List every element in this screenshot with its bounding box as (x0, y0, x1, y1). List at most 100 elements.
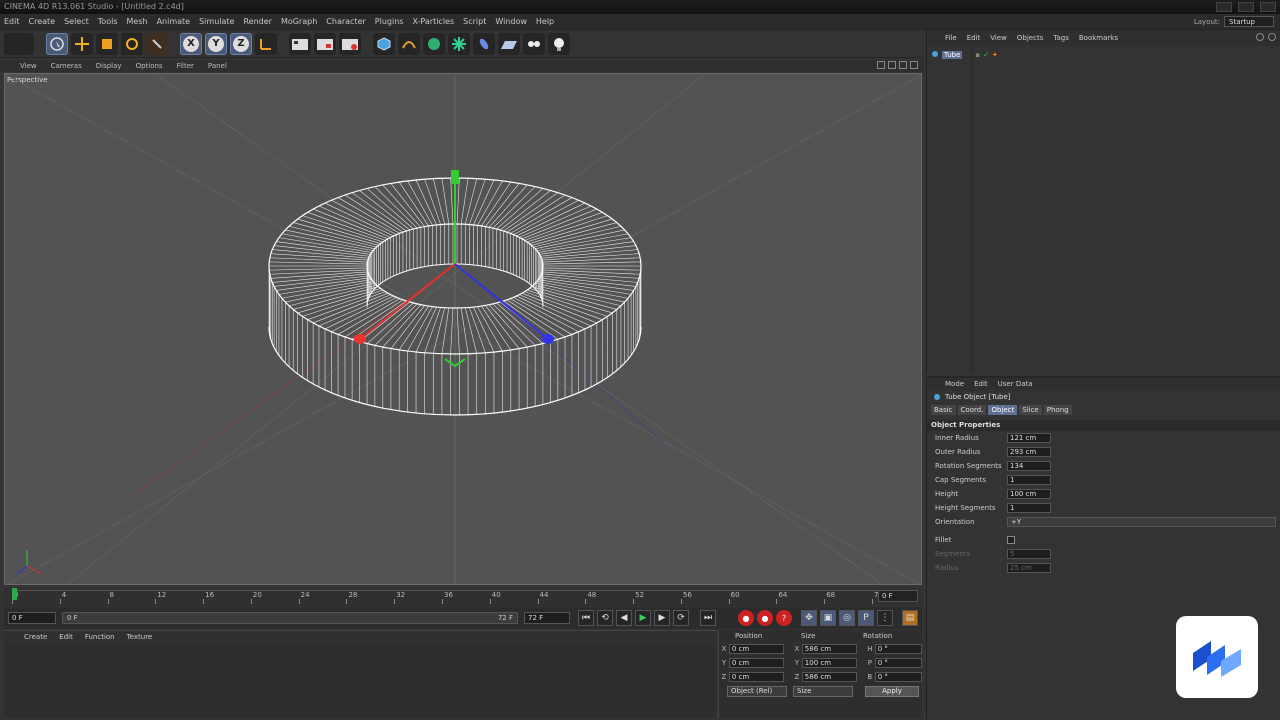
rotation-p-field[interactable]: 0 ° (874, 658, 922, 668)
timeline-current-frame[interactable]: 0 F (878, 590, 918, 602)
viewport-menu-panel[interactable]: Panel (208, 62, 227, 70)
array-icon[interactable] (448, 32, 470, 55)
current-frame-marker[interactable] (12, 588, 17, 600)
size-y-field[interactable]: 100 cm (801, 658, 857, 668)
am-menu-edit[interactable]: Edit (974, 380, 988, 388)
deformer-icon[interactable] (473, 32, 495, 55)
size-mode-dropdown[interactable]: Size (793, 686, 853, 697)
tab-slice[interactable]: Slice (1019, 405, 1042, 415)
go-to-start-icon[interactable]: ⏮ (578, 610, 594, 626)
outer-radius-field[interactable]: 293 cm (1007, 447, 1051, 457)
material-menu-create[interactable]: Create (24, 633, 47, 641)
position-key-icon[interactable]: ✥ (801, 610, 817, 626)
previous-key-icon[interactable]: ⟲ (597, 610, 613, 626)
search-icon[interactable] (1256, 33, 1264, 41)
rotate-icon[interactable] (121, 32, 143, 55)
floor-icon[interactable] (498, 32, 520, 55)
height-field[interactable]: 100 cm (1007, 489, 1051, 499)
om-menu-file[interactable]: File (945, 34, 957, 42)
close-button[interactable] (1260, 2, 1276, 12)
material-menu-function[interactable]: Function (85, 633, 115, 641)
apply-button[interactable]: Apply (865, 686, 919, 697)
menu-script[interactable]: Script (463, 17, 486, 26)
position-x-field[interactable]: 0 cm (728, 644, 784, 654)
timeline-window-icon[interactable]: ▤ (902, 610, 918, 626)
tab-phong[interactable]: Phong (1043, 405, 1072, 415)
am-menu-user-data[interactable]: User Data (998, 380, 1033, 388)
enabled-check-icon[interactable]: ✓ (983, 51, 989, 59)
next-key-icon[interactable]: ⟳ (673, 610, 689, 626)
size-z-field[interactable]: 586 cm (801, 672, 857, 682)
light-icon[interactable] (548, 32, 570, 55)
tab-basic[interactable]: Basic (931, 405, 956, 415)
subdivision-surface-icon[interactable] (423, 32, 445, 55)
cube-icon[interactable] (373, 32, 395, 55)
viewport-menu-options[interactable]: Options (136, 62, 163, 70)
layer-icon[interactable]: ▪ (975, 51, 980, 59)
menu-animate[interactable]: Animate (157, 17, 191, 26)
perspective-viewport[interactable]: Perspective (4, 73, 922, 585)
size-x-field[interactable]: 586 cm (801, 644, 857, 654)
point-level-icon[interactable]: ⋮ (877, 610, 893, 626)
keyframe-selection-icon[interactable]: ? (776, 610, 792, 626)
y-axis-lock-icon[interactable]: Y (205, 32, 227, 55)
coordinate-system-icon[interactable] (255, 32, 277, 55)
object-row-tube[interactable]: Tube ▪ ✓ ✦ (931, 50, 998, 60)
x-axis-lock-icon[interactable]: X (180, 32, 202, 55)
om-menu-tags[interactable]: Tags (1053, 34, 1069, 42)
tab-coord[interactable]: Coord. (957, 405, 987, 415)
preview-range-slider[interactable]: 0 F 72 F (62, 612, 518, 624)
menu-create[interactable]: Create (29, 17, 56, 26)
fillet-checkbox[interactable] (1007, 536, 1015, 544)
undo-redo-icon[interactable] (4, 32, 34, 55)
play-icon[interactable]: ▶ (635, 610, 651, 626)
scale-icon[interactable] (96, 32, 118, 55)
next-frame-icon[interactable]: ▶ (654, 610, 670, 626)
minimize-button[interactable] (1216, 2, 1232, 12)
maximize-button[interactable] (1238, 2, 1254, 12)
scale-key-icon[interactable]: ▣ (820, 610, 836, 626)
autokey-icon[interactable]: ● (757, 610, 773, 626)
menu-simulate[interactable]: Simulate (199, 17, 234, 26)
y-axis-handle[interactable] (451, 170, 459, 184)
render-picture-viewer-icon[interactable] (314, 32, 336, 55)
menu-render[interactable]: Render (243, 17, 271, 26)
menu-tools[interactable]: Tools (98, 17, 118, 26)
orientation-dropdown[interactable]: +Y (1007, 517, 1276, 527)
live-selection-icon[interactable] (46, 32, 68, 55)
tag-icon[interactable]: ✦ (992, 51, 998, 59)
layout-dropdown[interactable]: Startup (1224, 16, 1274, 27)
om-menu-bookmarks[interactable]: Bookmarks (1079, 34, 1118, 42)
height-segments-field[interactable]: 1 (1007, 503, 1051, 513)
material-menu-edit[interactable]: Edit (59, 633, 73, 641)
menu-mesh[interactable]: Mesh (127, 17, 148, 26)
render-settings-icon[interactable] (339, 32, 361, 55)
am-menu-mode[interactable]: Mode (945, 380, 964, 388)
viewport-menu-view[interactable]: View (20, 62, 37, 70)
rotation-key-icon[interactable]: ◎ (839, 610, 855, 626)
move-icon[interactable] (71, 32, 93, 55)
camera-icon[interactable] (523, 32, 545, 55)
object-name[interactable]: Tube (942, 51, 963, 59)
tab-object[interactable]: Object (988, 405, 1018, 415)
orbit-icon[interactable] (899, 61, 907, 69)
new-view-icon[interactable] (1268, 33, 1276, 41)
record-icon[interactable]: ● (738, 610, 754, 626)
spline-pen-icon[interactable] (398, 32, 420, 55)
pan-icon[interactable] (877, 61, 885, 69)
timeline[interactable]: 04812162024283236404448525660646872 0 F (4, 588, 922, 606)
menu-plugins[interactable]: Plugins (375, 17, 404, 26)
cap-segments-field[interactable]: 1 (1007, 475, 1051, 485)
viewport-menu-filter[interactable]: Filter (177, 62, 194, 70)
recent-tool-icon[interactable] (146, 32, 168, 55)
coordinate-mode-dropdown[interactable]: Object (Rel) (727, 686, 787, 697)
render-view-icon[interactable] (289, 32, 311, 55)
parameter-key-icon[interactable]: P (858, 610, 874, 626)
menu-window[interactable]: Window (495, 17, 527, 26)
menu-mograph[interactable]: MoGraph (281, 17, 317, 26)
menu-help[interactable]: Help (536, 17, 554, 26)
menu-character[interactable]: Character (326, 17, 366, 26)
x-axis-handle[interactable] (354, 334, 366, 344)
start-frame-field[interactable]: 0 F (8, 612, 56, 624)
rotation-h-field[interactable]: 0 ° (874, 644, 922, 654)
